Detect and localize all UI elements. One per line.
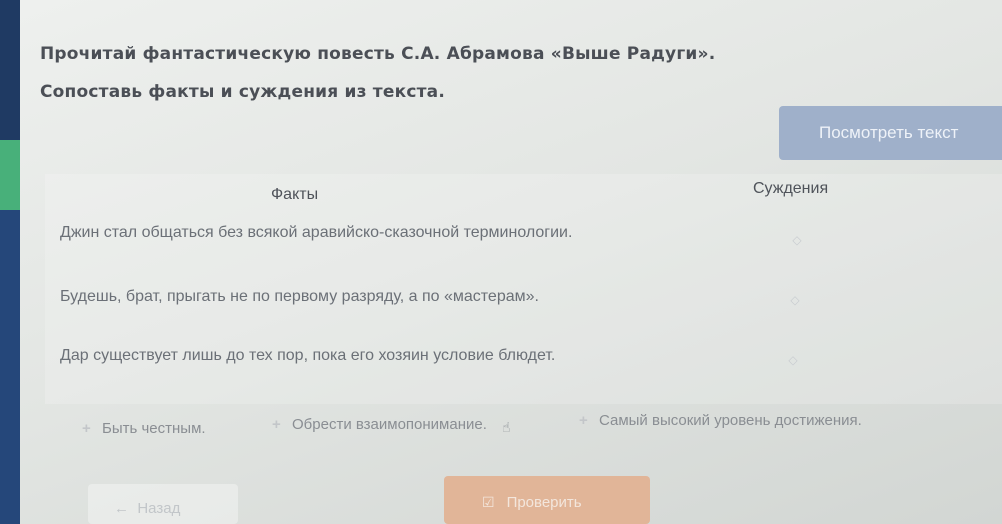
back-button[interactable]: ← Назад (88, 484, 238, 524)
draggable-option[interactable]: + Быть честным. (82, 420, 206, 437)
mouse-cursor-icon: ☝ (502, 420, 511, 436)
judgment-drop-slot[interactable]: ◇ (790, 233, 804, 247)
plus-icon: + (82, 420, 91, 437)
draggable-option[interactable]: + Обрести взаимопонимание. (272, 416, 487, 433)
instruction-title: Прочитай фантастическую повесть С.А. Абр… (40, 44, 716, 64)
fact-item: Джин стал общаться без всякой аравийско-… (60, 224, 573, 241)
plus-icon: + (272, 416, 281, 433)
back-button-label: Назад (137, 500, 181, 517)
judgment-drop-slot[interactable]: ◇ (786, 353, 800, 367)
draggable-option[interactable]: + Самый высокий уровень достижения. (579, 412, 862, 429)
screen-edge (0, 0, 20, 524)
check-button[interactable]: ☑ Проверить (444, 476, 650, 524)
diamond-slot-icon: ◇ (792, 233, 802, 247)
facts-column-header: Факты (271, 186, 319, 203)
plus-icon: + (579, 412, 588, 429)
diamond-slot-icon: ◇ (790, 293, 800, 307)
diamond-slot-icon: ◇ (788, 353, 798, 367)
judgments-column-header: Суждения (753, 180, 829, 197)
judgment-drop-slot[interactable]: ◇ (788, 293, 802, 307)
check-icon: ☑ (482, 494, 495, 510)
option-label: Обрести взаимопонимание. (292, 416, 487, 433)
option-label: Самый высокий уровень достижения. (599, 412, 862, 429)
arrow-left-icon: ← (114, 500, 138, 517)
view-text-button[interactable]: Посмотреть текст (779, 106, 1002, 160)
instruction-subtitle: Сопоставь факты и суждения из текста. (40, 82, 445, 102)
fact-item: Дар существует лишь до тех пор, пока его… (60, 347, 556, 364)
fact-item: Будешь, брат, прыгать не по первому разр… (60, 288, 539, 305)
option-label: Быть честным. (102, 420, 206, 437)
check-button-label: Проверить (506, 494, 582, 511)
